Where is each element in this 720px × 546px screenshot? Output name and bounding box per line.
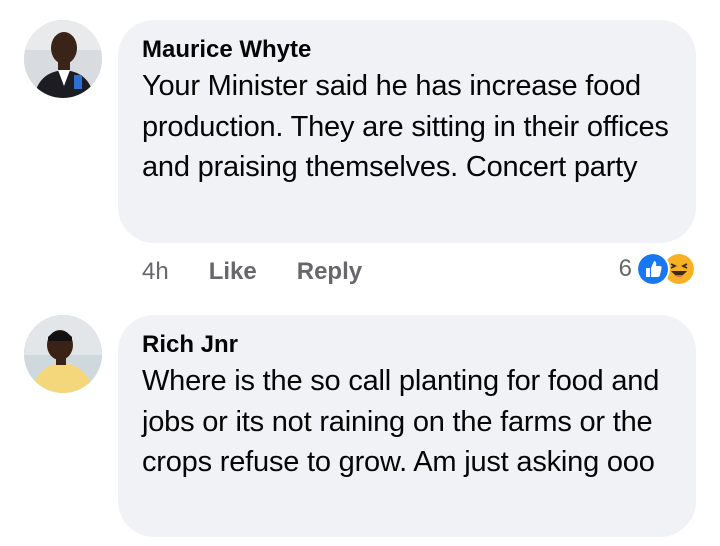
avatar[interactable] [24,20,102,98]
comment-author[interactable]: Maurice Whyte [142,34,672,66]
comment-text: Your Minister said he has increase food … [142,70,669,183]
reaction-summary[interactable]: 6 [619,252,696,286]
reply-button[interactable]: Reply [297,258,362,286]
comment-author[interactable]: Rich Jnr [142,329,672,361]
comment-time[interactable]: 4h [142,258,169,286]
comment-text: Where is the so call planting for food a… [142,365,660,478]
reaction-count: 6 [618,255,632,282]
comment-bubble: Maurice Whyte Your Minister said he has … [118,20,696,243]
comment-actions: 4h Like Reply [142,258,362,286]
like-button[interactable]: Like [209,258,257,286]
comment-item: Rich Jnr Where is the so call planting f… [0,300,720,546]
avatar[interactable] [24,315,102,393]
like-icon [636,252,670,286]
comment-bubble: Rich Jnr Where is the so call planting f… [118,315,696,537]
comment-item: Maurice Whyte Your Minister said he has … [0,0,720,300]
